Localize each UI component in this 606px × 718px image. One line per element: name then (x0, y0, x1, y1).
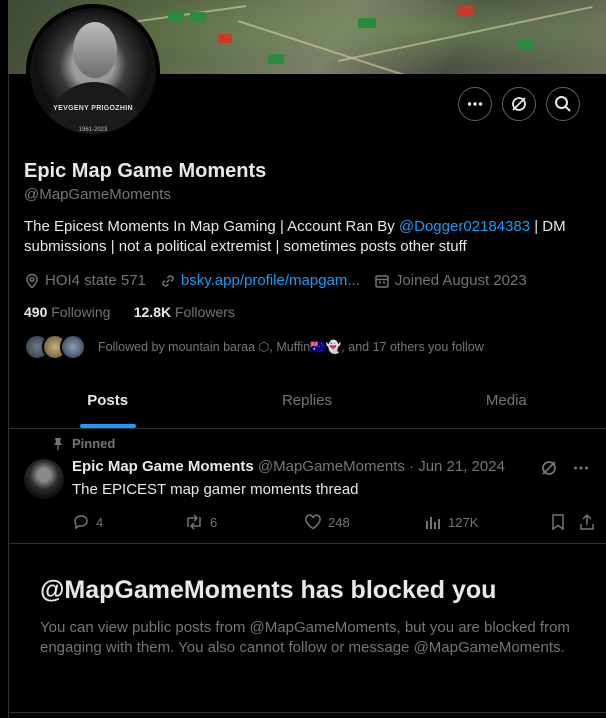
like-button[interactable]: 248 (304, 513, 350, 531)
views-count: 127K (448, 514, 479, 530)
post-header-actions (540, 459, 590, 477)
bookmark-button[interactable] (550, 513, 572, 531)
calendar-icon (375, 274, 389, 288)
joined-text: Joined August 2023 (394, 272, 527, 289)
followed-by-text: Followed by mountain baraa ⬡, Muffin🇦🇺👻,… (98, 340, 484, 354)
post-separator: · (409, 458, 415, 475)
location-text: HOI4 state 571 (45, 272, 146, 289)
following-count: 490 (24, 304, 48, 320)
more-icon (467, 102, 483, 106)
map-unit (268, 54, 284, 64)
tab-media[interactable]: Media (407, 378, 606, 428)
following-label: Following (51, 304, 111, 320)
repost-count: 6 (210, 514, 218, 530)
repost-button[interactable]: 6 (184, 513, 217, 531)
active-tab-indicator (79, 424, 136, 428)
blocked-title: @MapGameMoments has blocked you (40, 576, 497, 604)
bookmark-icon (552, 514, 564, 531)
more-button[interactable] (458, 87, 492, 121)
bio-mention-link[interactable]: @Dogger02184383 (399, 218, 530, 235)
map-unit (358, 18, 376, 28)
profile-tabs: Posts Replies Media (8, 378, 606, 429)
map-unit (458, 6, 474, 16)
followers-link[interactable]: 12.8K Followers (134, 304, 235, 320)
tab-label: Replies (281, 392, 332, 409)
share-button[interactable] (578, 513, 602, 531)
avatar-head (73, 22, 117, 78)
grok-icon (512, 97, 526, 111)
search-icon (555, 96, 571, 112)
followers-label: Followers (174, 304, 235, 320)
post-header: Epic Map Game Moments @MapGameMoments · … (72, 458, 505, 475)
avatar-years: 1961-2023 (78, 127, 108, 133)
link-icon (162, 274, 174, 287)
repost-icon (187, 514, 201, 530)
search-button[interactable] (546, 87, 580, 121)
post-author[interactable]: Epic Map Game Moments (72, 458, 254, 475)
blocked-body: You can view public posts from @MapGameM… (40, 619, 570, 656)
post-date[interactable]: Jun 21, 2024 (418, 458, 505, 475)
tab-replies[interactable]: Replies (207, 378, 406, 428)
reply-button[interactable]: 4 (72, 513, 103, 531)
tab-posts[interactable]: Posts (8, 378, 207, 428)
profile-avatar[interactable]: YEVGENY PRIGOZHIN 1961-2023 (26, 4, 160, 138)
profile-bio: The Epicest Moments In Map Gaming | Acco… (24, 217, 584, 257)
grok-button[interactable] (502, 87, 536, 121)
following-link[interactable]: 490 Following (24, 304, 110, 320)
pin-icon (54, 437, 62, 450)
map-unit (518, 40, 534, 50)
reply-count: 4 (96, 514, 104, 530)
location-item: HOI4 state 571 (24, 272, 146, 289)
avatar-caption: YEVGENY PRIGOZHIN (53, 105, 133, 112)
followed-by[interactable]: Followed by mountain baraa ⬡, Muffin🇦🇺👻,… (24, 334, 484, 360)
like-icon (305, 514, 321, 530)
views-icon (426, 517, 440, 529)
joined-item: Joined August 2023 (374, 272, 527, 289)
bio-text: The Epicest Moments In Map Gaming | Acco… (24, 218, 399, 235)
follow-counts: 490 Following 12.8K Followers (24, 304, 235, 320)
divider (8, 712, 606, 713)
blocked-notice: @MapGameMoments has blocked you You can … (40, 576, 570, 658)
reply-icon (74, 515, 88, 530)
post-text: The EPICEST map gamer moments thread (72, 481, 359, 498)
profile-handle: @MapGameMoments (24, 186, 171, 203)
views-button[interactable]: 127K (424, 513, 478, 531)
tab-label: Posts (87, 392, 129, 409)
pinned-indicator: Pinned (52, 436, 115, 451)
profile-name: Epic Map Game Moments (24, 160, 267, 182)
more-icon[interactable] (572, 459, 590, 477)
pinned-label: Pinned (72, 436, 116, 451)
website-item[interactable]: bsky.app/profile/mapgam... (160, 272, 360, 289)
map-unit (218, 34, 232, 43)
map-unit (168, 12, 184, 22)
like-count: 248 (328, 514, 350, 530)
follower-avatar (60, 334, 86, 360)
tab-label: Media (485, 392, 527, 409)
map-unit (190, 12, 206, 22)
website-link[interactable]: bsky.app/profile/mapgam... (181, 272, 360, 289)
location-icon (26, 273, 38, 288)
grok-icon[interactable] (540, 459, 558, 477)
pinned-post[interactable]: Pinned Epic Map Game Moments @MapGameMom… (8, 429, 606, 544)
share-icon (580, 513, 594, 530)
post-avatar[interactable] (24, 459, 64, 499)
post-handle[interactable]: @MapGameMoments (258, 458, 405, 475)
profile-meta: HOI4 state 571 bsky.app/profile/mapgam..… (24, 272, 541, 289)
followers-count: 12.8K (133, 304, 172, 320)
